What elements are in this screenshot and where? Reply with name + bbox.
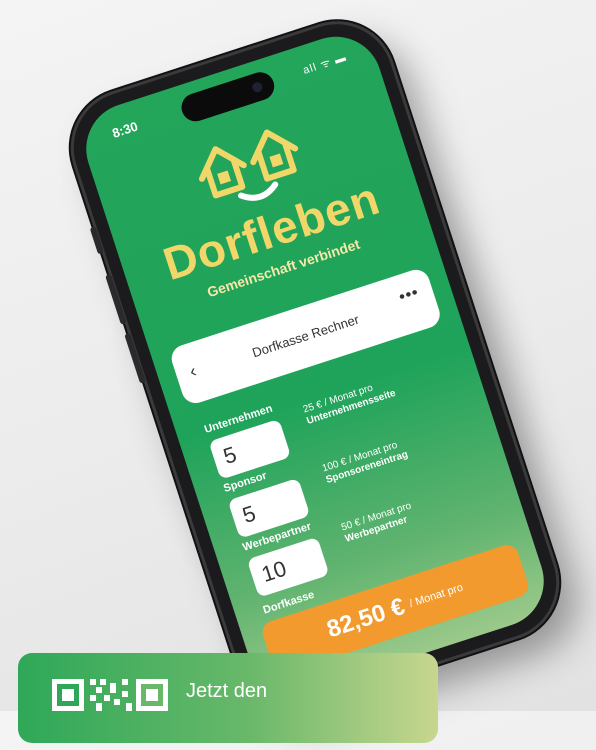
cta-banner[interactable]: Jetzt den [18,653,438,743]
qr-code-icon [52,679,172,716]
status-time: 8:30 [110,118,140,141]
camera-icon [251,80,264,94]
cta-text: Jetzt den [186,680,268,702]
status-indicators-icon: all ᯤ ▬ [301,51,349,77]
dorfkasse-total-unit: / Monat pro [407,581,465,611]
dynamic-island [177,68,278,125]
dorfkasse-total-value: 82,50 € [323,592,409,644]
app-screen: 8:30 all ᯤ ▬ Dorfleben Gemeinschaft verb… [74,24,556,706]
